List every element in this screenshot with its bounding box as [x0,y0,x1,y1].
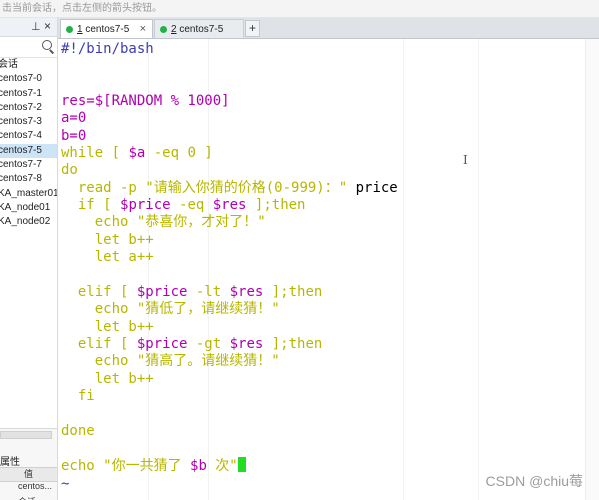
session-item-centos7-3[interactable]: centos7-3 [0,115,57,129]
session-item-centos7-1[interactable]: centos7-1 [0,87,57,101]
properties-panel: 属性 值 centos... 会话 [0,428,57,500]
session-item-centos7-4[interactable]: centos7-4 [0,129,57,143]
session-item-ka-master01[interactable]: KA_master01 [0,187,57,201]
script-content: #!/bin/bash res=$[RANDOM % 1000] a=0 b=0… [61,41,398,492]
session-item-centos7-7[interactable]: centos7-7 [0,158,57,172]
empty-line-tilde: ~ [61,475,70,492]
new-tab-button[interactable]: + [245,20,260,37]
tab-label: centos7-5 [85,24,130,35]
a-assignment: a=0 [61,110,87,127]
session-group-label[interactable]: 会话 [0,58,57,72]
shebang-line: #!/bin/bash [61,41,154,57]
pin-icon[interactable]: ⊥ [31,20,41,33]
terminal-area[interactable]: #!/bin/bash res=$[RANDOM % 1000] a=0 b=0… [58,39,599,500]
properties-value-header: 值 [0,467,57,482]
connected-status-icon [66,26,73,33]
tab-number: 1 [77,24,83,35]
close-tab-icon[interactable]: × [140,20,146,39]
watermark: CSDN @chiu莓 [485,473,583,489]
session-item-ka-node02[interactable]: KA_node02 [0,215,57,229]
session-item-centos7-0[interactable]: centos7-0 [0,72,57,86]
properties-row: 会话 [18,495,36,500]
tab-bar: 1 centos7-5 × 2 centos7-5 + [58,18,599,39]
tab-label: centos7-5 [179,24,224,35]
sidebar-header: ⊥ × [0,18,57,37]
session-item-ka-node01[interactable]: KA_node01 [0,201,57,215]
horizontal-scrollbar[interactable] [0,431,52,439]
session-item-centos7-8[interactable]: centos7-8 [0,172,57,186]
properties-row: centos... [18,481,53,491]
tab-centos7-5-1[interactable]: 1 centos7-5 × [60,19,153,38]
session-item-centos7-2[interactable]: centos7-2 [0,101,57,115]
b-assignment: b=0 [61,127,87,144]
search-icon[interactable] [42,40,52,50]
session-search-bar[interactable] [0,37,57,58]
text-cursor [237,457,246,473]
res-assignment: res=$[RANDOM % 1000] [61,93,230,110]
tab-centos7-5-2[interactable]: 2 centos7-5 [154,19,244,38]
session-item-centos7-5[interactable]: centos7-5 [0,143,57,159]
hint-bar: 击当前会话，点击左侧的箭头按钮。 [0,0,599,18]
properties-title: 属性 [0,457,20,468]
connected-status-icon [160,26,167,33]
close-icon[interactable]: × [44,19,51,33]
session-sidebar: ⊥ × 会话 centos7-0 centos7-1 centos7-2 cen… [0,18,58,500]
tab-number: 2 [171,24,177,35]
mouse-ibeam-icon: I [463,153,468,167]
hint-text: 击当前会话，点击左侧的箭头按钮。 [2,3,162,14]
session-tree: 会话 centos7-0 centos7-1 centos7-2 centos7… [0,58,57,230]
vertical-scrollbar[interactable] [585,39,599,500]
